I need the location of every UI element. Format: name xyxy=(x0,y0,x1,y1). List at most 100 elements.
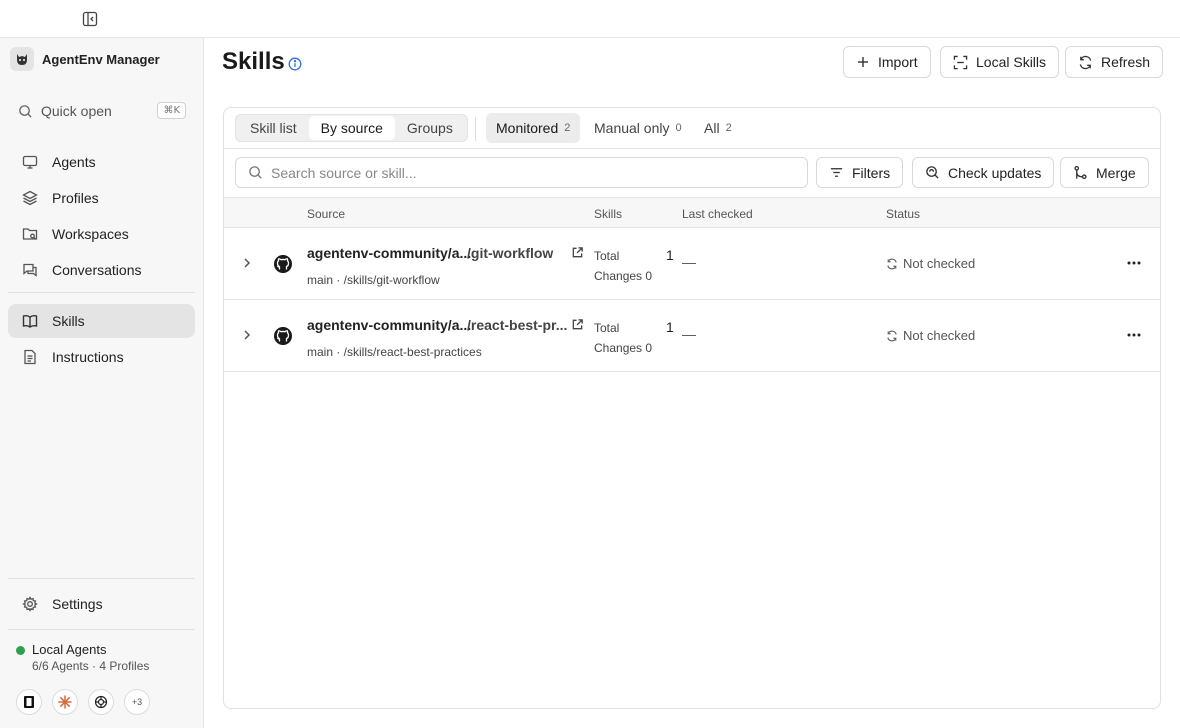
status-badge: Not checked xyxy=(886,256,975,271)
app-logo-icon xyxy=(10,47,34,71)
sidebar-item-workspaces[interactable]: Workspaces xyxy=(8,217,195,251)
merge-button[interactable]: Merge xyxy=(1060,157,1149,188)
source-repo: agentenv-community/a... xyxy=(307,317,472,333)
local-skills-label: Local Skills xyxy=(976,54,1047,70)
sidebar-item-label: Workspaces xyxy=(52,226,129,242)
status-text: Not checked xyxy=(903,328,976,343)
column-last-checked[interactable]: Last checked xyxy=(682,207,753,221)
last-checked: — xyxy=(682,254,696,270)
source-branch: main · /skills/react-best-practices xyxy=(307,345,482,359)
search-field[interactable] xyxy=(235,157,808,188)
github-icon xyxy=(273,254,293,277)
folder-icon xyxy=(22,228,38,240)
sidebar-item-agents[interactable]: Agents xyxy=(8,145,195,179)
app-name: AgentEnv Manager xyxy=(42,51,160,67)
quick-open-shortcut: ⌘K xyxy=(157,102,186,119)
book-icon xyxy=(22,314,38,328)
tab-groups[interactable]: Groups xyxy=(395,116,465,140)
sidebar-divider xyxy=(8,629,195,630)
filter-tab-manual-only[interactable]: Manual only 0 xyxy=(584,113,692,143)
column-source[interactable]: Source xyxy=(307,207,345,221)
gear-icon xyxy=(22,596,38,612)
import-label: Import xyxy=(878,54,918,70)
agent-avatar-terminal-icon[interactable] xyxy=(16,689,42,715)
monitor-icon xyxy=(22,155,38,169)
expand-chevron-icon[interactable] xyxy=(240,328,254,345)
filter-tab-label: All xyxy=(704,120,720,136)
filter-tab-count: 2 xyxy=(564,122,571,134)
status-badge: Not checked xyxy=(886,328,975,343)
skills-totals: Total Changes 0 xyxy=(594,318,652,358)
sidebar-toggle-icon[interactable] xyxy=(82,11,98,27)
search-icon xyxy=(249,166,262,179)
status-text: Not checked xyxy=(903,256,976,271)
table-row[interactable]: agentenv-community/a... /react-best-pr..… xyxy=(224,300,1160,372)
sidebar-item-label: Instructions xyxy=(52,349,124,365)
sidebar-item-profiles[interactable]: Profiles xyxy=(8,181,195,215)
filter-tab-label: Manual only xyxy=(594,120,670,136)
expand-chevron-icon[interactable] xyxy=(240,256,254,273)
agent-avatar-claude-icon[interactable] xyxy=(52,689,78,715)
refresh-icon xyxy=(1079,55,1092,69)
app-brand[interactable]: AgentEnv Manager xyxy=(10,47,160,71)
source-path: /git-workflow xyxy=(467,245,554,261)
github-icon xyxy=(273,326,293,349)
tab-by-source[interactable]: By source xyxy=(308,116,395,140)
sidebar-item-label: Conversations xyxy=(52,262,142,278)
info-icon[interactable] xyxy=(288,57,302,74)
sidebar-item-label: Profiles xyxy=(52,190,99,206)
skills-totals: Total Changes 0 xyxy=(594,246,652,286)
page-title: Skills xyxy=(222,48,285,75)
layers-icon xyxy=(22,190,38,206)
scan-icon xyxy=(953,55,968,69)
search-refresh-icon xyxy=(926,166,939,179)
source-repo: agentenv-community/a... xyxy=(307,245,472,261)
column-skills[interactable]: Skills xyxy=(594,207,622,221)
local-skills-button[interactable]: Local Skills xyxy=(940,46,1060,78)
quick-open[interactable]: Quick open ⌘K xyxy=(18,100,186,122)
filter-tab-count: 0 xyxy=(675,122,682,134)
filter-tab-count: 2 xyxy=(725,122,732,134)
status-dot-icon xyxy=(16,646,25,655)
settings-label: Settings xyxy=(52,596,103,612)
merge-label: Merge xyxy=(1096,164,1136,181)
search-icon xyxy=(19,104,32,118)
filters-button[interactable]: Filters xyxy=(816,157,904,188)
sidebar-item-conversations[interactable]: Conversations xyxy=(8,253,195,287)
refresh-small-icon xyxy=(887,258,897,269)
sidebar-divider xyxy=(8,292,195,293)
document-icon xyxy=(24,349,36,365)
sidebar-item-instructions[interactable]: Instructions xyxy=(8,340,195,374)
total-label: Total xyxy=(594,249,620,263)
view-mode-tabs: Skill list By source Groups xyxy=(235,114,468,142)
external-link-icon[interactable] xyxy=(571,246,584,262)
table-row[interactable]: agentenv-community/a... /git-workflow ma… xyxy=(224,228,1160,300)
source-path: /react-best-pr... xyxy=(467,317,568,333)
quick-open-label: Quick open xyxy=(41,103,112,119)
external-link-icon[interactable] xyxy=(571,318,584,334)
filter-tab-all[interactable]: All 2 xyxy=(694,113,742,143)
tab-skill-list[interactable]: Skill list xyxy=(238,116,309,140)
sidebar-item-skills[interactable]: Skills xyxy=(8,304,195,338)
status-subtitle: 6/6 Agents · 4 Profiles xyxy=(32,659,150,673)
more-options-icon[interactable] xyxy=(1126,255,1142,274)
changes-label: Changes 0 xyxy=(594,269,653,283)
status-title: Local Agents xyxy=(32,642,107,657)
column-status[interactable]: Status xyxy=(886,207,920,221)
import-button[interactable]: Import xyxy=(843,46,931,78)
filters-label: Filters xyxy=(852,164,891,181)
merge-icon xyxy=(1074,165,1087,180)
last-checked: — xyxy=(682,326,696,342)
filter-tab-monitored[interactable]: Monitored 2 xyxy=(486,113,581,143)
agent-avatar-openai-icon[interactable] xyxy=(88,689,114,715)
top-bar xyxy=(0,0,1180,38)
more-agents-badge[interactable]: +3 xyxy=(124,689,150,715)
refresh-label: Refresh xyxy=(1101,54,1151,70)
search-input[interactable] xyxy=(271,164,771,181)
sidebar: AgentEnv Manager Quick open ⌘K Agents Pr… xyxy=(0,38,204,728)
main-content: Skills Import Local Skills Refresh Skill… xyxy=(204,38,1180,728)
more-options-icon[interactable] xyxy=(1126,327,1142,346)
check-updates-button[interactable]: Check updates xyxy=(912,157,1055,188)
refresh-button[interactable]: Refresh xyxy=(1065,46,1164,78)
sidebar-item-settings[interactable]: Settings xyxy=(8,587,195,621)
